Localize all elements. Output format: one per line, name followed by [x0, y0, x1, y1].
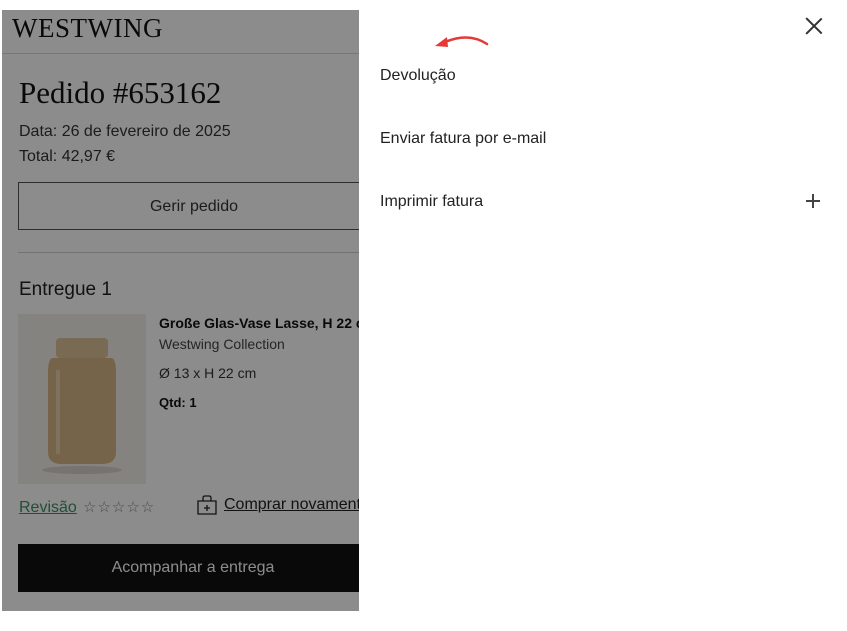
- print-invoice-option[interactable]: Imprimir fatura: [380, 193, 483, 211]
- order-actions-drawer: Devolução Enviar fatura por e-mail Impri…: [359, 0, 847, 631]
- email-invoice-option[interactable]: Enviar fatura por e-mail: [380, 130, 546, 148]
- return-option[interactable]: Devolução: [380, 67, 456, 85]
- close-icon[interactable]: [805, 17, 823, 35]
- plus-icon[interactable]: [806, 194, 820, 208]
- annotation-arrow-icon: [435, 36, 489, 47]
- modal-backdrop[interactable]: [2, 10, 359, 611]
